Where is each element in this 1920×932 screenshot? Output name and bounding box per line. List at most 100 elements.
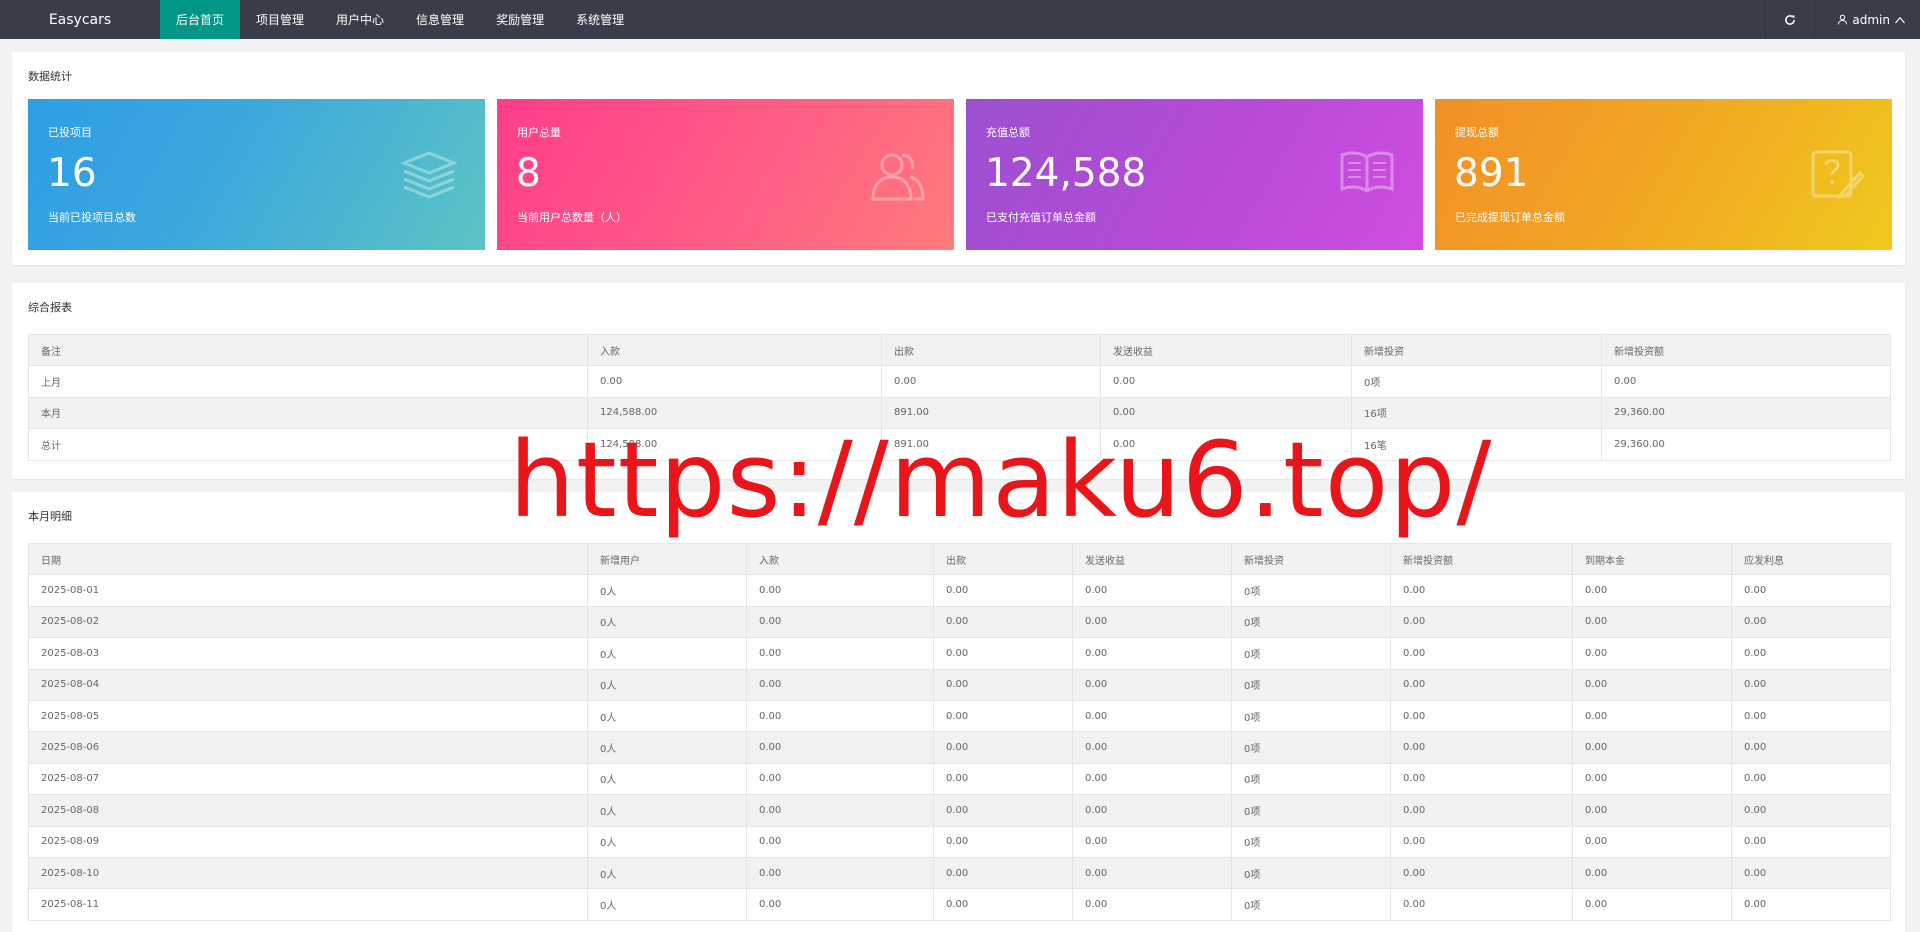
nav-item-system[interactable]: 系统管理 <box>560 0 640 39</box>
table-cell: 0人 <box>587 888 747 921</box>
table-cell: 0项 <box>1231 605 1391 639</box>
stat-label: 用户总量 <box>517 126 561 139</box>
table-cell: 0人 <box>587 825 747 858</box>
stat-card-users: 用户总量 8 当前用户总数量（人） <box>497 99 954 250</box>
table-cell: 0.00 <box>1390 888 1573 921</box>
table-cell: 0.00 <box>1390 574 1573 607</box>
column-header: 新增用户 <box>587 542 747 576</box>
table-row: 总计 124,588.00 891.00 0.00 16笔 29,360.00 <box>28 428 1891 461</box>
report-table: 备注 入款 出款 发送收益 新增投资 新增投资额 上月 0.00 0.00 0.00 0… <box>28 333 1891 461</box>
nav-item-home[interactable]: 后台首页 <box>160 0 241 39</box>
table-row: 2025-08-05 0人 0.00 0.00 0.00 0项 0.00 0.00 0.00 <box>28 699 1891 733</box>
table-row: 2025-08-07 0人 0.00 0.00 0.00 0项 0.00 0.00 0.00 <box>28 762 1891 796</box>
table-cell: 0人 <box>587 668 747 701</box>
table-cell: 0.00 <box>746 668 934 701</box>
chevron-up-icon <box>1894 15 1906 25</box>
stats-cards: 已投项目 16 当前已投项目总数 用户总量 8 当前用户总数量（人） 充值总额 … <box>28 99 1892 250</box>
table-row: 2025-08-11 0人 0.00 0.00 0.00 0项 0.00 0.00 0.00 <box>28 888 1891 921</box>
table-cell: 0项 <box>1351 365 1602 398</box>
table-cell: 0.00 <box>1390 825 1573 858</box>
table-cell: 2025-08-09 <box>28 825 588 858</box>
table-cell: 0.00 <box>933 574 1073 607</box>
table-cell: 29,360.00 <box>1601 428 1891 461</box>
table-header-row: 备注 入款 出款 发送收益 新增投资 新增投资额 <box>28 333 1891 367</box>
table-cell: 0.00 <box>1731 762 1891 796</box>
column-header: 出款 <box>881 333 1101 367</box>
table-cell: 0项 <box>1231 856 1391 890</box>
table-cell: 0.00 <box>746 762 934 796</box>
table-cell: 2025-08-01 <box>28 574 588 607</box>
nav-item-projects[interactable]: 项目管理 <box>240 0 320 39</box>
table-cell: 0.00 <box>1731 699 1891 733</box>
column-header: 新增投资额 <box>1390 542 1573 576</box>
table-cell: 0.00 <box>1731 731 1891 764</box>
table-cell: 0.00 <box>1731 668 1891 701</box>
table-cell: 0人 <box>587 856 747 890</box>
table-cell: 0.00 <box>746 825 934 858</box>
table-cell: 0.00 <box>746 699 934 733</box>
table-cell: 0.00 <box>746 637 934 670</box>
table-cell: 0人 <box>587 637 747 670</box>
monthly-panel: 本月明细 日期 新增用户 入款 出款 发送收益 新增投资 新增投资额 到期本金 … <box>12 492 1905 932</box>
table-cell: 0.00 <box>1572 637 1732 670</box>
table-cell: 0人 <box>587 762 747 796</box>
stats-title: 数据统计 <box>28 70 72 83</box>
table-cell: 0.00 <box>1390 762 1573 796</box>
table-cell: 0.00 <box>1572 731 1732 764</box>
table-cell: 0.00 <box>1572 888 1732 921</box>
column-header: 入款 <box>746 542 934 576</box>
user-menu-button[interactable]: admin <box>1814 0 1920 39</box>
table-cell: 0.00 <box>1731 856 1891 890</box>
table-row: 2025-08-10 0人 0.00 0.00 0.00 0项 0.00 0.00 0.00 <box>28 856 1891 890</box>
nav-item-rewards[interactable]: 奖励管理 <box>480 0 560 39</box>
stat-value: 8 <box>516 151 541 196</box>
table-cell: 2025-08-07 <box>28 762 588 796</box>
table-row: 本月 124,588.00 891.00 0.00 16项 29,360.00 <box>28 396 1891 430</box>
nav-item-users[interactable]: 用户中心 <box>320 0 400 39</box>
table-cell: 0.00 <box>933 762 1073 796</box>
stat-label: 提现总额 <box>1455 126 1499 139</box>
table-cell: 0项 <box>1231 762 1391 796</box>
table-cell: 0人 <box>587 731 747 764</box>
table-cell: 0项 <box>1231 637 1391 670</box>
stat-card-withdrawals: 提现总额 891 已完成提现订单总金额 <box>1435 99 1892 250</box>
table-cell: 0.00 <box>1572 794 1732 827</box>
user-icon <box>1837 14 1848 25</box>
table-cell: 0.00 <box>933 794 1073 827</box>
table-cell: 0.00 <box>881 365 1101 398</box>
book-icon <box>1339 149 1395 196</box>
brand-logo[interactable]: Easycars <box>0 0 160 39</box>
column-header: 发送收益 <box>1100 333 1352 367</box>
table-cell: 0.00 <box>1072 888 1232 921</box>
table-cell: 0.00 <box>1390 731 1573 764</box>
table-row: 2025-08-02 0人 0.00 0.00 0.00 0项 0.00 0.00 0.00 <box>28 605 1891 639</box>
table-cell: 0.00 <box>1601 365 1891 398</box>
question-edit-icon <box>1810 149 1866 204</box>
monthly-title: 本月明细 <box>28 510 72 523</box>
stat-value: 124,588 <box>985 151 1147 196</box>
nav-item-info[interactable]: 信息管理 <box>400 0 480 39</box>
table-cell: 0项 <box>1231 574 1391 607</box>
report-title: 综合报表 <box>28 301 72 314</box>
table-cell: 0.00 <box>1072 605 1232 639</box>
table-cell: 上月 <box>28 365 588 398</box>
table-cell: 0.00 <box>1572 574 1732 607</box>
table-row: 上月 0.00 0.00 0.00 0项 0.00 <box>28 365 1891 398</box>
username: admin <box>1852 12 1890 27</box>
table-cell: 0.00 <box>1072 574 1232 607</box>
refresh-button[interactable] <box>1765 0 1814 39</box>
table-cell: 0.00 <box>933 888 1073 921</box>
table-cell: 0.00 <box>933 637 1073 670</box>
stat-desc: 已完成提现订单总金额 <box>1455 211 1565 224</box>
table-cell: 2025-08-08 <box>28 794 588 827</box>
column-header: 发送收益 <box>1072 542 1232 576</box>
table-cell: 0.00 <box>1390 637 1573 670</box>
table-cell: 0.00 <box>1731 888 1891 921</box>
table-cell: 0.00 <box>746 888 934 921</box>
table-cell: 0.00 <box>1390 856 1573 890</box>
table-cell: 0项 <box>1231 668 1391 701</box>
stat-card-projects: 已投项目 16 当前已投项目总数 <box>28 99 485 250</box>
table-cell: 0.00 <box>1072 731 1232 764</box>
table-cell: 2025-08-05 <box>28 699 588 733</box>
table-cell: 0.00 <box>933 856 1073 890</box>
